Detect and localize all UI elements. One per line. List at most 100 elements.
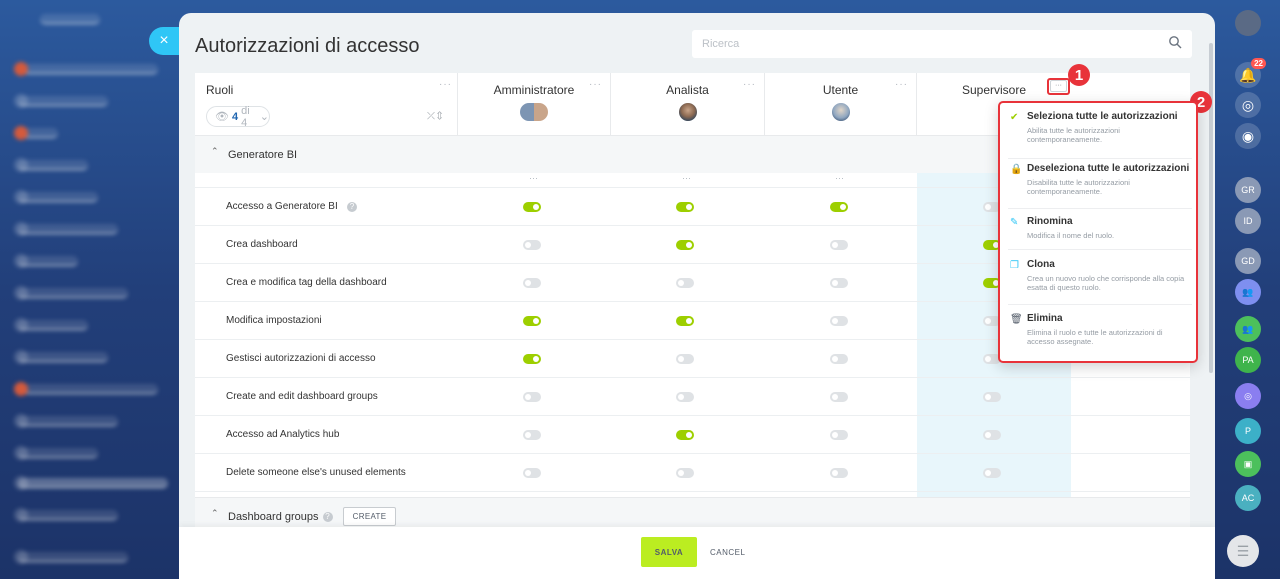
permission-toggle[interactable] — [830, 202, 848, 212]
permission-toggle[interactable] — [830, 278, 848, 288]
permission-toggle[interactable] — [523, 354, 541, 364]
search-icon[interactable] — [1168, 35, 1182, 49]
section-title: Generatore BI — [228, 149, 298, 161]
permission-toggle[interactable] — [523, 392, 541, 402]
permission-label: Crea e modifica tag della dashboard — [226, 277, 387, 288]
chevron-up-icon[interactable]: ⌃ — [211, 509, 220, 518]
contact-avatar[interactable]: AC — [1235, 485, 1261, 511]
spiral-icon[interactable]: ◎ — [1235, 92, 1261, 118]
permission-toggle[interactable] — [523, 430, 541, 440]
spiral-icon[interactable]: ◎ — [1235, 383, 1261, 409]
search-input[interactable]: Ricerca — [692, 30, 1192, 58]
menu-item-desc: Elimina il ruolo e tutte le autorizzazio… — [1027, 328, 1163, 346]
contact-avatar[interactable]: ID — [1235, 208, 1261, 234]
permission-label: Gestisci autorizzazioni di accesso — [226, 353, 376, 364]
column-label: Amministratore — [493, 83, 575, 97]
permission-toggle[interactable] — [523, 278, 541, 288]
chevron-up-icon[interactable]: ⌃ — [211, 147, 220, 156]
close-panel-button[interactable]: × — [149, 27, 179, 55]
table-row: Delete someone else's unused elements — [195, 454, 1190, 492]
permission-toggle[interactable] — [676, 202, 694, 212]
role-counter[interactable]: 👁 4 di 4 ⌄ — [206, 104, 270, 129]
permission-toggle[interactable] — [523, 240, 541, 250]
menu-item-desc: Disabilita tutte le autorizzazioni conte… — [1027, 178, 1130, 196]
menu-item-rename[interactable]: ✎ Rinomina Modifica il nome del ruolo. — [1008, 216, 1192, 250]
menu-item-clone[interactable]: ❐ Clona Crea un nuovo ruolo che corrispo… — [1008, 259, 1192, 305]
more-icon[interactable]: ··· — [529, 173, 538, 183]
more-icon[interactable]: ··· — [682, 173, 691, 183]
chat-icon[interactable]: ◉ — [1235, 123, 1261, 149]
permission-toggle[interactable] — [983, 392, 1001, 402]
contact-avatar[interactable]: P — [1235, 418, 1261, 444]
sort-icon[interactable]: ⤫⇕ — [427, 111, 445, 122]
contact-avatar[interactable]: GD — [1235, 248, 1261, 274]
role-actions-menu: ✔ Seleziona tutte le autorizzazioni Abil… — [998, 101, 1198, 363]
permission-label: Accesso ad Analytics hub — [226, 429, 340, 440]
permission-toggle[interactable] — [830, 468, 848, 478]
contact-avatar[interactable]: PA — [1235, 347, 1261, 373]
step-marker-1: 1 — [1068, 64, 1090, 86]
permission-toggle[interactable] — [523, 468, 541, 478]
permission-toggle[interactable] — [830, 354, 848, 364]
help-icon[interactable]: ? — [322, 512, 333, 523]
background-left-menu — [0, 0, 180, 579]
create-group-button[interactable]: CREATE — [343, 507, 396, 526]
permission-toggle[interactable] — [830, 240, 848, 250]
contact-avatar[interactable]: GR — [1235, 177, 1261, 203]
user-avatar[interactable] — [1235, 10, 1261, 36]
permission-toggle[interactable] — [676, 240, 694, 250]
menu-item-deselect-all[interactable]: 🔒 Deseleziona tutte le autorizzazioni Di… — [1008, 163, 1192, 209]
counter-suffix: di 4 — [241, 104, 250, 129]
permission-label: Delete someone else's unused elements — [226, 467, 406, 478]
right-sidebar: 🔔 22 ◎ ◉ GR ID GD 👥 👥 PA ◎ P ▣ AC — [1222, 0, 1280, 579]
permission-label: Create and edit dashboard groups — [226, 391, 378, 402]
counter-value: 4 — [231, 110, 239, 123]
column-label: Analista — [666, 83, 709, 97]
permission-toggle[interactable] — [830, 316, 848, 326]
column-menu-icon[interactable]: ··· — [895, 79, 908, 90]
footer-bar: SALVA CANCEL — [179, 527, 1215, 579]
permission-label: Crea dashboard — [226, 239, 298, 250]
search-placeholder: Ricerca — [702, 38, 740, 50]
section-title: Dashboard groups — [228, 511, 319, 523]
save-button[interactable]: SALVA — [641, 537, 697, 567]
permission-toggle[interactable] — [676, 354, 694, 364]
roles-menu-icon[interactable]: ··· — [439, 79, 452, 90]
avatar — [830, 102, 851, 122]
section-header[interactable]: ⌃ Dashboard groups? CREATE — [195, 497, 1190, 529]
group-icon[interactable]: 👥 — [1235, 316, 1261, 342]
permission-toggle[interactable] — [983, 468, 1001, 478]
permission-toggle[interactable] — [523, 316, 541, 326]
table-row: Create and edit dashboard groups — [195, 378, 1190, 416]
permission-toggle[interactable] — [983, 430, 1001, 440]
page-title: Autorizzazioni di accesso — [195, 35, 420, 57]
menu-item-desc: Crea un nuovo ruolo che corrisponde alla… — [1027, 274, 1185, 292]
permission-toggle[interactable] — [676, 430, 694, 440]
inbox-icon[interactable]: ▣ — [1235, 451, 1261, 477]
help-icon[interactable]: ? — [347, 202, 357, 212]
roles-header: Ruoli ··· 👁 4 di 4 ⌄ ⤫⇕ — [195, 73, 458, 135]
menu-fab-button[interactable]: ☰ — [1227, 535, 1259, 567]
menu-item-delete[interactable]: 🗑 Elimina Elimina il ruolo e tutte le au… — [1008, 313, 1192, 359]
group-icon[interactable]: 👥 — [1235, 279, 1261, 305]
permission-toggle[interactable] — [676, 278, 694, 288]
column-menu-icon[interactable]: ··· — [589, 79, 602, 90]
cancel-button[interactable]: CANCEL — [710, 537, 745, 567]
permission-toggle[interactable] — [830, 392, 848, 402]
menu-item-title: Rinomina — [1027, 216, 1073, 227]
scrollbar[interactable] — [1209, 43, 1213, 373]
bell-icon[interactable]: 🔔 22 — [1235, 58, 1266, 88]
column-header-analista: Analista ··· — [611, 73, 765, 135]
more-icon[interactable]: ··· — [835, 173, 844, 183]
column-header-utente: Utente ··· — [765, 73, 917, 135]
permission-toggle[interactable] — [676, 392, 694, 402]
permission-toggle[interactable] — [523, 202, 541, 212]
menu-item-select-all[interactable]: ✔ Seleziona tutte le autorizzazioni Abil… — [1008, 111, 1192, 159]
permission-toggle[interactable] — [676, 316, 694, 326]
permission-toggle[interactable] — [676, 468, 694, 478]
notification-badge: 22 — [1251, 58, 1266, 69]
menu-item-title: Elimina — [1027, 313, 1063, 324]
permission-toggle[interactable] — [830, 430, 848, 440]
column-menu-icon[interactable]: ··· — [743, 79, 756, 90]
roles-label: Ruoli — [206, 83, 234, 97]
